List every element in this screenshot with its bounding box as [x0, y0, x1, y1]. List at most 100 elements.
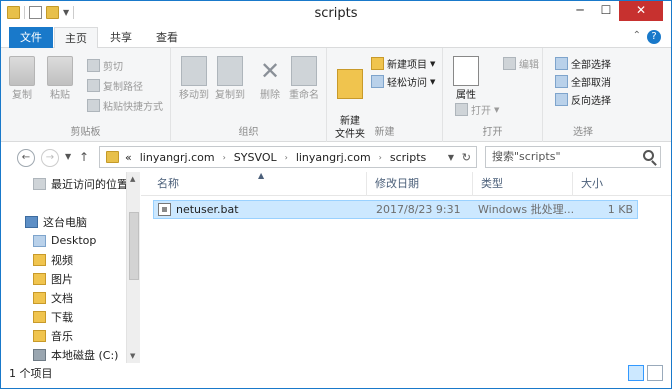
search-icon	[643, 150, 654, 161]
scroll-down-icon[interactable]: ▼	[130, 352, 135, 360]
folder-icon	[33, 253, 46, 266]
chevron-right-icon[interactable]: ›	[379, 153, 382, 162]
minimize-button[interactable]: ─	[567, 1, 593, 21]
recent-locations-icon[interactable]: ▼	[65, 152, 71, 161]
table-row[interactable]: netuser.bat 2017/8/23 9:31 Windows 批处理..…	[153, 200, 638, 219]
copy-path-icon	[87, 79, 100, 92]
chevron-right-icon[interactable]: ›	[285, 153, 288, 162]
nav-item-this-pc[interactable]: 这台电脑	[25, 212, 87, 231]
column-name[interactable]: 名称	[149, 172, 367, 196]
status-bar: 1 个项目	[1, 363, 671, 388]
folder-icon	[33, 329, 46, 342]
group-new: 新建 文件夹 新建项目 ▼ 轻松访问 ▼ 新建	[327, 48, 443, 142]
breadcrumb-scripts[interactable]: scripts	[390, 151, 426, 164]
maximize-button[interactable]: ☐	[593, 1, 619, 21]
column-modified[interactable]: 修改日期	[367, 172, 473, 196]
nav-item-downloads[interactable]: 下载	[33, 307, 73, 326]
paste-shortcut-icon	[87, 99, 100, 112]
help-icon[interactable]: ?	[647, 30, 661, 44]
back-button[interactable]: ←	[17, 149, 35, 167]
search-input[interactable]: 搜索"scripts"	[485, 146, 661, 168]
group-label-clipboard: 剪贴板	[70, 127, 101, 138]
breadcrumb-sysvol[interactable]: SYSVOL	[234, 151, 277, 164]
large-icons-view-icon[interactable]	[647, 365, 663, 381]
cut-button[interactable]: 剪切	[87, 58, 123, 73]
column-type[interactable]: 类型	[473, 172, 573, 196]
ribbon-tabs: 文件 主页 共享 查看 ⌃ ?	[1, 27, 671, 49]
drive-icon	[33, 348, 46, 361]
copy-button[interactable]: 复制	[9, 56, 35, 102]
collapse-ribbon-icon[interactable]: ⌃	[633, 30, 641, 41]
address-dropdown-icon[interactable]: ▼	[448, 153, 454, 162]
group-label-select: 选择	[573, 127, 593, 138]
copy-to-icon	[217, 56, 243, 86]
paste-shortcut-button[interactable]: 粘贴快捷方式	[87, 98, 163, 113]
scroll-up-icon[interactable]: ▲	[130, 175, 135, 183]
properties-button[interactable]: 属性	[451, 56, 481, 102]
folder-icon	[106, 151, 119, 163]
easy-access-icon	[371, 75, 384, 88]
nav-item-recent[interactable]: 最近访问的位置	[33, 174, 128, 193]
select-none-button[interactable]: 全部取消	[555, 74, 611, 89]
close-button[interactable]: ✕	[619, 1, 663, 21]
breadcrumb-overflow[interactable]: «	[125, 151, 132, 164]
breadcrumb-linyangrj[interactable]: linyangrj.com	[140, 151, 215, 164]
batch-file-icon	[158, 203, 171, 216]
group-label-organize: 组织	[238, 127, 259, 138]
address-bar-row: ← → ▼ ↑ « linyangrj.com › SYSVOL › linya…	[1, 142, 671, 172]
select-all-button[interactable]: 全部选择	[555, 56, 611, 71]
new-item-button[interactable]: 新建项目 ▼	[371, 56, 435, 71]
easy-access-button[interactable]: 轻松访问 ▼	[371, 74, 435, 89]
refresh-icon[interactable]: ↻	[462, 151, 471, 164]
invert-selection-button[interactable]: 反向选择	[555, 92, 611, 107]
dropdown-arrow-icon: ▼	[494, 105, 500, 114]
copy-icon	[9, 56, 35, 86]
move-to-button[interactable]: 移动到	[177, 56, 211, 102]
nav-item-pictures[interactable]: 图片	[33, 269, 73, 288]
folder-icon	[33, 234, 46, 247]
breadcrumb-linyangrj-2[interactable]: linyangrj.com	[296, 151, 371, 164]
delete-button[interactable]: ✕ 删除	[255, 56, 285, 102]
group-label-new: 新建	[374, 127, 395, 138]
tab-file[interactable]: 文件	[9, 27, 53, 48]
file-type: Windows 批处理...	[478, 203, 575, 216]
title-bar: ▼ scripts ─ ☐ ✕	[1, 1, 671, 27]
tab-view[interactable]: 查看	[147, 27, 187, 48]
tab-home[interactable]: 主页	[54, 27, 98, 49]
computer-icon	[25, 215, 38, 228]
dropdown-arrow-icon: ▼	[430, 59, 436, 68]
nav-item-desktop[interactable]: Desktop	[33, 231, 96, 250]
open-button[interactable]: 打开 ▼	[455, 102, 499, 117]
breadcrumb: « linyangrj.com › SYSVOL › linyangrj.com…	[125, 151, 426, 164]
address-bar[interactable]: « linyangrj.com › SYSVOL › linyangrj.com…	[99, 146, 477, 168]
up-button[interactable]: ↑	[79, 150, 89, 164]
nav-item-videos[interactable]: 视频	[33, 250, 73, 269]
move-to-icon	[181, 56, 207, 86]
dropdown-arrow-icon: ▼	[430, 77, 436, 86]
copy-path-button[interactable]: 复制路径	[87, 78, 143, 93]
group-label-open: 打开	[482, 127, 503, 138]
column-size[interactable]: 大小	[573, 172, 643, 196]
paste-button[interactable]: 粘贴	[47, 56, 73, 102]
chevron-right-icon[interactable]: ›	[223, 153, 226, 162]
tab-share[interactable]: 共享	[101, 27, 141, 48]
forward-button[interactable]: →	[41, 149, 59, 167]
properties-icon	[453, 56, 479, 86]
nav-item-local-disk[interactable]: 本地磁盘 (C:)	[33, 345, 118, 364]
edit-button[interactable]: 编辑	[503, 56, 539, 71]
copy-to-button[interactable]: 复制到	[213, 56, 247, 102]
scrollbar-thumb[interactable]	[129, 212, 139, 280]
window-controls: ─ ☐ ✕	[567, 1, 663, 21]
folder-icon	[337, 69, 363, 99]
nav-item-music[interactable]: 音乐	[33, 326, 73, 345]
nav-scrollbar[interactable]: ▲ ▼	[126, 172, 140, 363]
file-name: netuser.bat	[176, 203, 239, 216]
rename-button[interactable]: 重命名	[287, 56, 321, 102]
column-headers: ▲ 名称 修改日期 类型 大小	[141, 171, 671, 196]
group-clipboard: 复制 粘贴 剪切 复制路径 粘贴快捷方式 剪贴板	[1, 48, 171, 142]
nav-item-documents[interactable]: 文档	[33, 288, 73, 307]
group-open: 属性 打开 ▼ 编辑 打开	[443, 48, 543, 142]
details-view-icon[interactable]	[628, 365, 644, 381]
paste-icon	[47, 56, 73, 86]
select-all-icon	[555, 57, 568, 70]
